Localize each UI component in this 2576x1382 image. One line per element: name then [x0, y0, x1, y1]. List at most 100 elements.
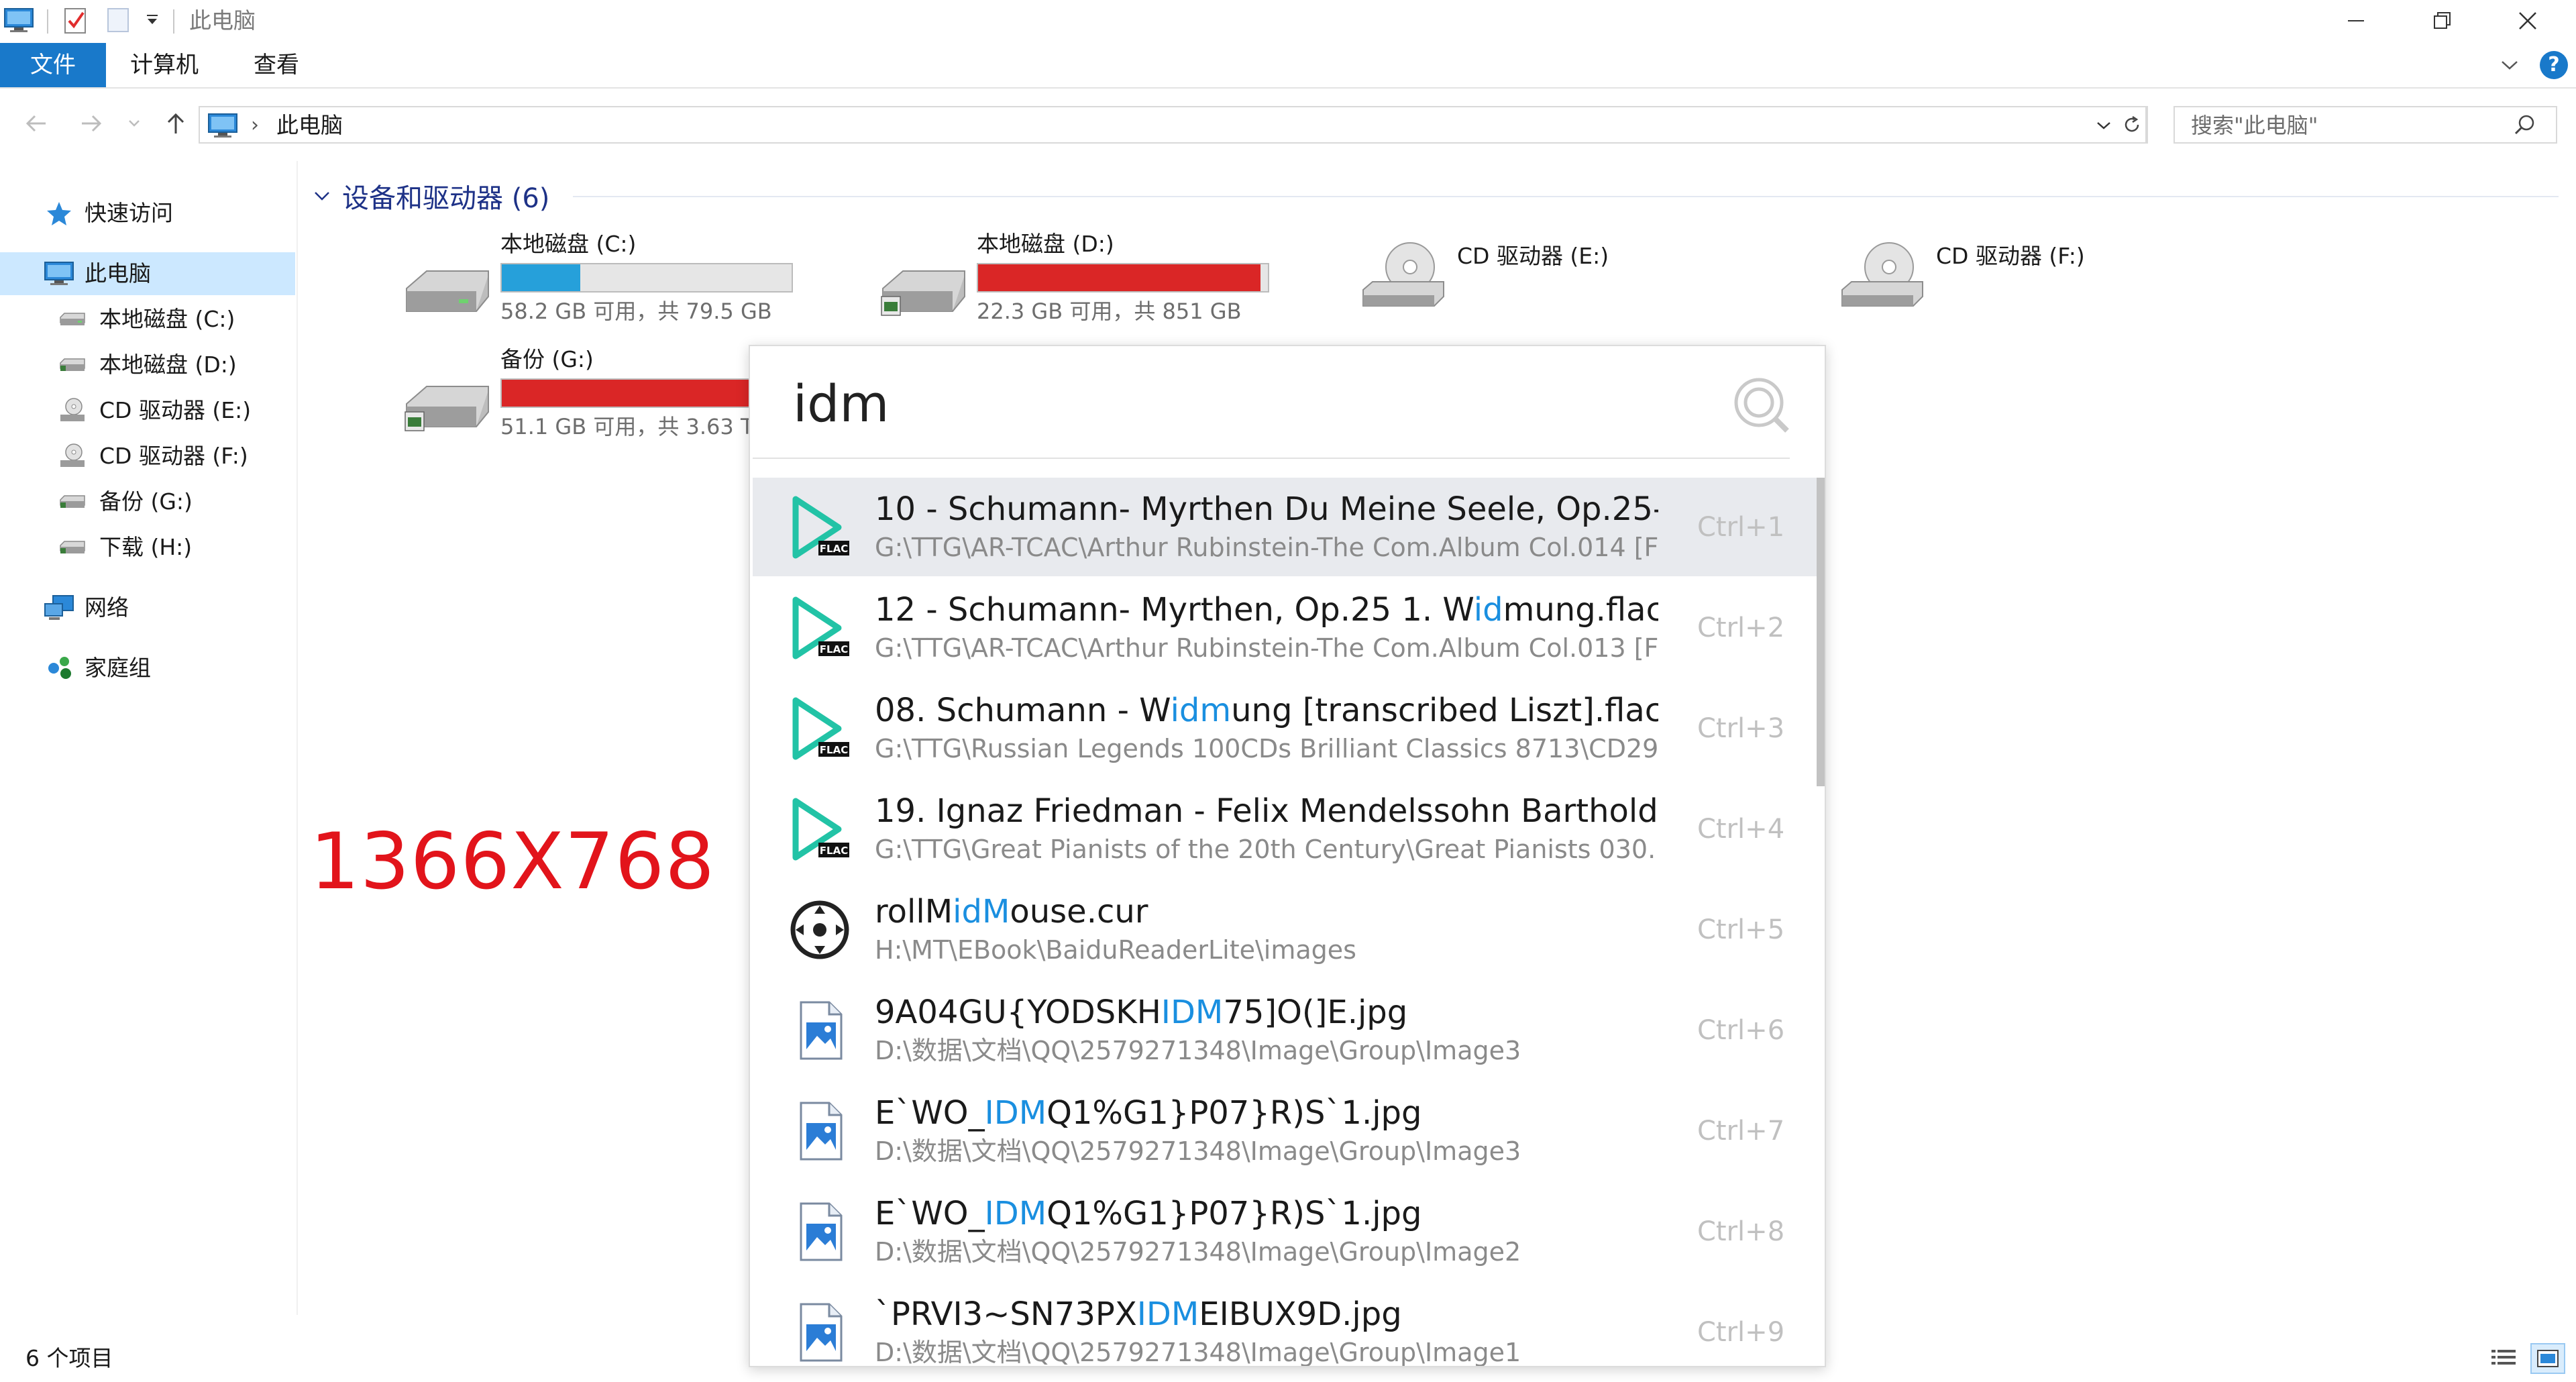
- launcher-result-item[interactable]: FLAC 12 - Schumann- Myrthen, Op.25 1. Wid…: [753, 578, 1818, 677]
- cursor-icon: [786, 896, 853, 963]
- launcher-result-item[interactable]: rollMidMouse.cur H:\MT\EBook\BaiduReaderL…: [753, 880, 1818, 979]
- cd-drive-icon: [56, 396, 89, 425]
- sidebar-item-backup-g[interactable]: 备份 (G:): [0, 480, 295, 523]
- launcher-result-item[interactable]: E`WO_IDMQ1%G1}P07}R)S`1.jpg D:\数据\文档\QQ\2…: [753, 1182, 1818, 1281]
- sidebar-item-quick-access[interactable]: 快速访问: [0, 192, 295, 235]
- network-icon: [43, 593, 75, 623]
- large-icons-view-icon[interactable]: [2530, 1343, 2565, 1374]
- back-arrow-icon[interactable]: [17, 105, 55, 142]
- match-highlight: IDM: [1136, 1295, 1199, 1333]
- customize-toolbar-icon[interactable]: [141, 5, 164, 35]
- restore-button[interactable]: [2399, 0, 2485, 42]
- sidebar-item-label: 下载 (H:): [99, 534, 193, 560]
- drive-tile-cd-e[interactable]: CD 驱动器 (E:): [1359, 240, 1788, 341]
- match-highlight: idm: [1170, 692, 1232, 729]
- search-icon[interactable]: [2513, 113, 2537, 140]
- result-path: H:\MT\EBook\BaiduReaderLite\images: [875, 935, 1356, 965]
- launcher-query-input[interactable]: idm: [793, 370, 889, 437]
- launcher-result-item[interactable]: E`WO_IDMQ1%G1}P07}R)S`1.jpg D:\数据\文档\QQ\2…: [753, 1081, 1818, 1180]
- sidebar-item-this-pc[interactable]: 此电脑: [0, 252, 295, 295]
- sidebar-item-label: 快速访问: [85, 200, 173, 226]
- properties-icon[interactable]: [58, 5, 94, 35]
- sidebar-item-cd-drive-e[interactable]: CD 驱动器 (E:): [0, 389, 295, 432]
- drive-tile-cd-f[interactable]: CD 驱动器 (F:): [1838, 240, 2267, 341]
- drive-icon: [56, 350, 89, 380]
- drive-tile-c[interactable]: 本地磁盘 (C:) 58.2 GB 可用，共 79.5 GB: [402, 228, 832, 329]
- sidebar-item-cd-drive-f[interactable]: CD 驱动器 (F:): [0, 435, 295, 478]
- launcher-result-item[interactable]: 9A04GU{YODSKHIDM75]O(]E.jpg D:\数据\文档\QQ\2…: [753, 981, 1818, 1079]
- expand-ribbon-chevron-icon[interactable]: [2493, 48, 2526, 82]
- cd-drive-icon: [1359, 240, 1450, 307]
- address-history-chevron-icon[interactable]: [2090, 110, 2117, 141]
- sidebar-item-label: 网络: [85, 594, 129, 621]
- launcher-logo-icon[interactable]: [1729, 373, 1792, 436]
- drive-free-space: 51.1 GB 可用，共 3.63 T: [500, 414, 754, 439]
- flac-icon: FLAC: [786, 494, 853, 561]
- drive-name: CD 驱动器 (F:): [1936, 243, 2085, 269]
- breadcrumb-chevron-icon[interactable]: ›: [251, 111, 259, 140]
- drive-free-space: 22.3 GB 可用，共 851 GB: [977, 299, 1242, 324]
- sidebar-item-downloads-h[interactable]: 下载 (H:): [0, 526, 295, 569]
- up-arrow-icon[interactable]: [157, 105, 195, 142]
- navigation-pane: 快速访问 此电脑 本地磁盘 (C:) 本地磁盘 (D:) CD 驱动器 (E:)…: [0, 161, 298, 1315]
- drive-name: CD 驱动器 (E:): [1457, 243, 1609, 269]
- result-shortcut: Ctrl+8: [1697, 1216, 1785, 1247]
- address-bar[interactable]: › 此电脑: [199, 106, 2147, 144]
- sidebar-item-drive-d[interactable]: 本地磁盘 (D:): [0, 343, 295, 386]
- sidebar-item-drive-c[interactable]: 本地磁盘 (C:): [0, 298, 295, 341]
- launcher-result-item[interactable]: FLAC 10 - Schumann- Myrthen Du Meine Seel…: [753, 478, 1818, 576]
- collapse-chevron-icon[interactable]: [309, 182, 335, 209]
- recent-locations-chevron-icon[interactable]: [125, 105, 144, 142]
- group-title: 设备和驱动器 (6): [342, 183, 550, 214]
- result-path: D:\数据\文档\QQ\2579271348\Image\Group\Image…: [875, 1136, 1521, 1166]
- details-view-icon[interactable]: [2486, 1343, 2521, 1374]
- minimize-button[interactable]: [2313, 0, 2399, 42]
- result-shortcut: Ctrl+4: [1697, 814, 1785, 845]
- result-path: G:\TTG\Great Pianists of the 20th Centur…: [875, 835, 1658, 864]
- close-button[interactable]: [2485, 0, 2571, 42]
- svg-text:FLAC: FLAC: [820, 643, 848, 655]
- group-divider: [573, 196, 2559, 197]
- tab-file[interactable]: 文件: [0, 43, 106, 87]
- launcher-result-item[interactable]: FLAC 08. Schumann - Widmung [transcribed …: [753, 679, 1818, 778]
- sidebar-item-network[interactable]: 网络: [0, 586, 295, 629]
- group-header[interactable]: 设备和驱动器 (6): [309, 177, 549, 215]
- help-button[interactable]: ?: [2540, 51, 2568, 79]
- drive-tile-d[interactable]: 本地磁盘 (D:) 22.3 GB 可用，共 851 GB: [879, 228, 1308, 329]
- drive-icon: [402, 255, 494, 322]
- drive-icon: [402, 370, 494, 437]
- launcher-result-item[interactable]: FLAC 19. Ignaz Friedman - Felix Mendelsso…: [753, 780, 1818, 878]
- title-text: ung [transcribed Liszt].flac: [1231, 692, 1658, 729]
- title-text: 08. Schumann - W: [875, 692, 1171, 729]
- drive-usage-fill: [502, 264, 580, 291]
- result-path: D:\数据\文档\QQ\2579271348\Image\Group\Image…: [875, 1338, 1521, 1367]
- svg-text:FLAC: FLAC: [820, 845, 848, 857]
- new-folder-icon[interactable]: [103, 5, 133, 35]
- computer-icon: [43, 259, 75, 288]
- title-text: ung.flac: [1534, 591, 1658, 629]
- this-pc-icon[interactable]: [1, 5, 36, 35]
- result-path: D:\数据\文档\QQ\2579271348\Image\Group\Image…: [875, 1036, 1521, 1065]
- launcher-result-item[interactable]: `PRVI3~SN73PXIDMEIBUX9D.jpg D:\数据\文档\QQ\2…: [753, 1283, 1818, 1367]
- title-text: Q1%G1}P07}R)S`1.jpg: [1046, 1195, 1422, 1232]
- tab-computer[interactable]: 计算机: [130, 43, 199, 87]
- forward-arrow-icon[interactable]: [72, 105, 110, 142]
- sidebar-item-label: CD 驱动器 (F:): [99, 443, 248, 469]
- search-input[interactable]: 搜索"此电脑": [2174, 106, 2557, 144]
- sidebar-item-label: 家庭组: [85, 655, 151, 681]
- sidebar-item-label: CD 驱动器 (E:): [99, 397, 252, 423]
- match-highlight: IDM: [984, 1195, 1047, 1232]
- title-text: E`WO_: [875, 1094, 985, 1132]
- title-text: E`WO_: [875, 1195, 985, 1232]
- match-highlight: IDM: [984, 1094, 1047, 1132]
- result-title: 08. Schumann - Widmung [transcribed Lisz…: [875, 688, 1658, 733]
- drive-name: 本地磁盘 (C:): [500, 231, 637, 257]
- ribbon-tabs: 文件 计算机 查看 ?: [0, 42, 2576, 89]
- sidebar-item-homegroup[interactable]: 家庭组: [0, 647, 295, 690]
- launcher-scrollbar[interactable]: [1817, 478, 1825, 786]
- drive-icon: [56, 305, 89, 334]
- refresh-icon[interactable]: [2117, 106, 2148, 144]
- tab-view[interactable]: 查看: [254, 43, 299, 87]
- toolbar-separator: [173, 9, 174, 34]
- breadcrumb[interactable]: 此电脑: [276, 110, 343, 141]
